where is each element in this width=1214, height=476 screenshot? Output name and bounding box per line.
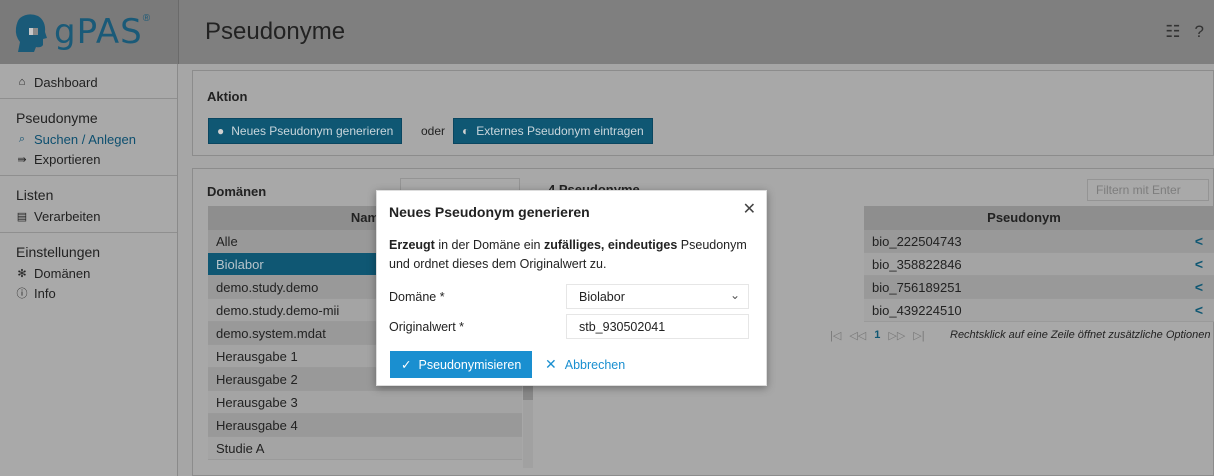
button-label: Externes Pseudonym eintragen (476, 124, 644, 138)
sidebar-item-label: Dashboard (34, 74, 98, 90)
button-label: Neues Pseudonym generieren (231, 124, 394, 138)
pseudonym-column-header[interactable]: Pseudonym (864, 206, 1184, 230)
domain-label: Domäne * (389, 290, 445, 304)
logo-registered: ® (142, 12, 151, 24)
chevron-down-icon: ⌄ (729, 288, 740, 302)
share-column: < < < < (1184, 206, 1214, 322)
sidebar-item-verarbeiten[interactable]: ▤ Verarbeiten (0, 206, 177, 226)
domain-select[interactable]: Biolabor ⌄ (566, 284, 749, 309)
sidebar-group-einstellungen: Einstellungen (16, 244, 101, 260)
generate-pseudonym-dialog: Neues Pseudonym generieren ✕ Erzeugt in … (376, 190, 767, 386)
share-icon[interactable]: < (1184, 276, 1214, 299)
list-item[interactable]: Studie A (208, 437, 522, 460)
sidebar-item-domaenen[interactable]: ✻ Domänen (0, 263, 177, 283)
divider (0, 98, 177, 99)
sidebar-item-label: Exportieren (34, 151, 101, 167)
sidebar-item-exportieren[interactable]: ⇛ Exportieren (0, 149, 177, 169)
share-column-header (1184, 206, 1214, 230)
share-icon[interactable]: < (1184, 253, 1214, 276)
first-page-icon[interactable]: |◁ (830, 329, 841, 342)
share-icon[interactable]: < (1184, 230, 1214, 253)
prev-page-icon[interactable]: ◁◁ (849, 329, 866, 342)
sidebar-item-suchen[interactable]: ⌕ Suchen / Anlegen (0, 129, 177, 149)
domain-select-value: Biolabor (579, 290, 625, 304)
last-page-icon[interactable]: ▷| (913, 329, 924, 342)
share-icon[interactable]: < (1184, 299, 1214, 322)
export-icon: ⇛ (17, 153, 27, 166)
external-pseudonym-button[interactable]: ◐ Externes Pseudonym eintragen (453, 118, 653, 144)
or-label: oder (421, 124, 446, 138)
context-menu-hint: Rechtsklick auf eine Zeile öffnet zusätz… (950, 329, 1211, 341)
desc-bold-1: Erzeugt (389, 238, 435, 252)
pseudonym-filter-input[interactable]: Filtern mit Enter (1087, 179, 1209, 201)
sidebar-item-label: Info (34, 285, 56, 301)
table-row[interactable]: bio_756189251 (864, 276, 1184, 299)
list-item[interactable]: Herausgabe 3 (208, 391, 522, 414)
sidebar-group-listen: Listen (16, 187, 54, 203)
desc-bold-2: zufälliges, eindeutiges (543, 238, 678, 252)
sidebar-item-label: Domänen (34, 265, 91, 281)
divider (0, 175, 177, 176)
page-title: Pseudonyme (205, 18, 346, 45)
search-icon: ⌕ (18, 132, 26, 145)
file-icon: ▤ (16, 210, 28, 223)
list-item[interactable]: Herausgabe 4 (208, 414, 522, 437)
sidebar-item-info[interactable]: ⓘ Info (0, 283, 177, 303)
dialog-title: Neues Pseudonym generieren (389, 204, 590, 220)
logo: gPAS ® (0, 0, 178, 64)
plus-head-icon: ● (217, 124, 225, 138)
sidebar-item-dashboard[interactable]: ⌂ Dashboard (0, 72, 177, 92)
dialog-description: Erzeugt in der Domäne ein zufälliges, ei… (389, 236, 754, 274)
check-icon: ✓ (401, 358, 412, 372)
generate-pseudonym-button[interactable]: ● Neues Pseudonym generieren (208, 118, 403, 144)
domains-title: Domänen (207, 184, 267, 199)
sidebar-item-label: Suchen / Anlegen (34, 131, 136, 147)
help-icon[interactable]: ? (1195, 22, 1204, 42)
close-icon: ✕ (545, 356, 557, 372)
original-value-input[interactable]: stb_930502041 (566, 314, 749, 339)
home-icon: ⌂ (18, 76, 26, 88)
divider (0, 232, 177, 233)
button-label: Abbrechen (564, 357, 626, 372)
desc-text-1: in der Domäne ein (434, 238, 544, 252)
logo-head-icon (15, 14, 47, 52)
table-row[interactable]: bio_358822846 (864, 253, 1184, 276)
shield-icon: ◐ (462, 124, 470, 138)
sidebar-item-label: Verarbeiten (34, 208, 101, 224)
next-page-icon[interactable]: ▷▷ (888, 329, 905, 342)
info-icon: ⓘ (16, 288, 28, 300)
close-icon[interactable]: ✕ (743, 199, 756, 219)
header: Pseudonyme ☷ ? (178, 0, 1214, 64)
action-panel-title: Aktion (207, 89, 248, 104)
table-row[interactable]: bio_222504743 (864, 230, 1184, 253)
pseudonym-table: Pseudonym bio_222504743 bio_358822846 bi… (864, 206, 1184, 322)
settings-sliders-icon[interactable]: ☷ (1165, 22, 1180, 42)
paginator: |◁ ◁◁ 1 ▷▷ ▷| (830, 329, 925, 342)
sidebar-group-pseudonyme: Pseudonyme (16, 110, 98, 126)
sidebar: ⌂ Dashboard Pseudonyme ⌕ Suchen / Anlege… (0, 64, 178, 476)
button-label: Pseudonymisieren (418, 357, 522, 372)
logo-text: gPAS (54, 12, 143, 52)
scrollbar-thumb[interactable] (523, 386, 533, 400)
cancel-button[interactable]: ✕ Abbrechen (545, 356, 625, 373)
current-page[interactable]: 1 (874, 329, 880, 342)
gear-icon: ✻ (17, 267, 27, 280)
pseudonymize-button[interactable]: ✓ Pseudonymisieren (390, 351, 533, 378)
original-value-label: Originalwert * (389, 320, 465, 334)
table-row[interactable]: bio_439224510 (864, 299, 1184, 322)
